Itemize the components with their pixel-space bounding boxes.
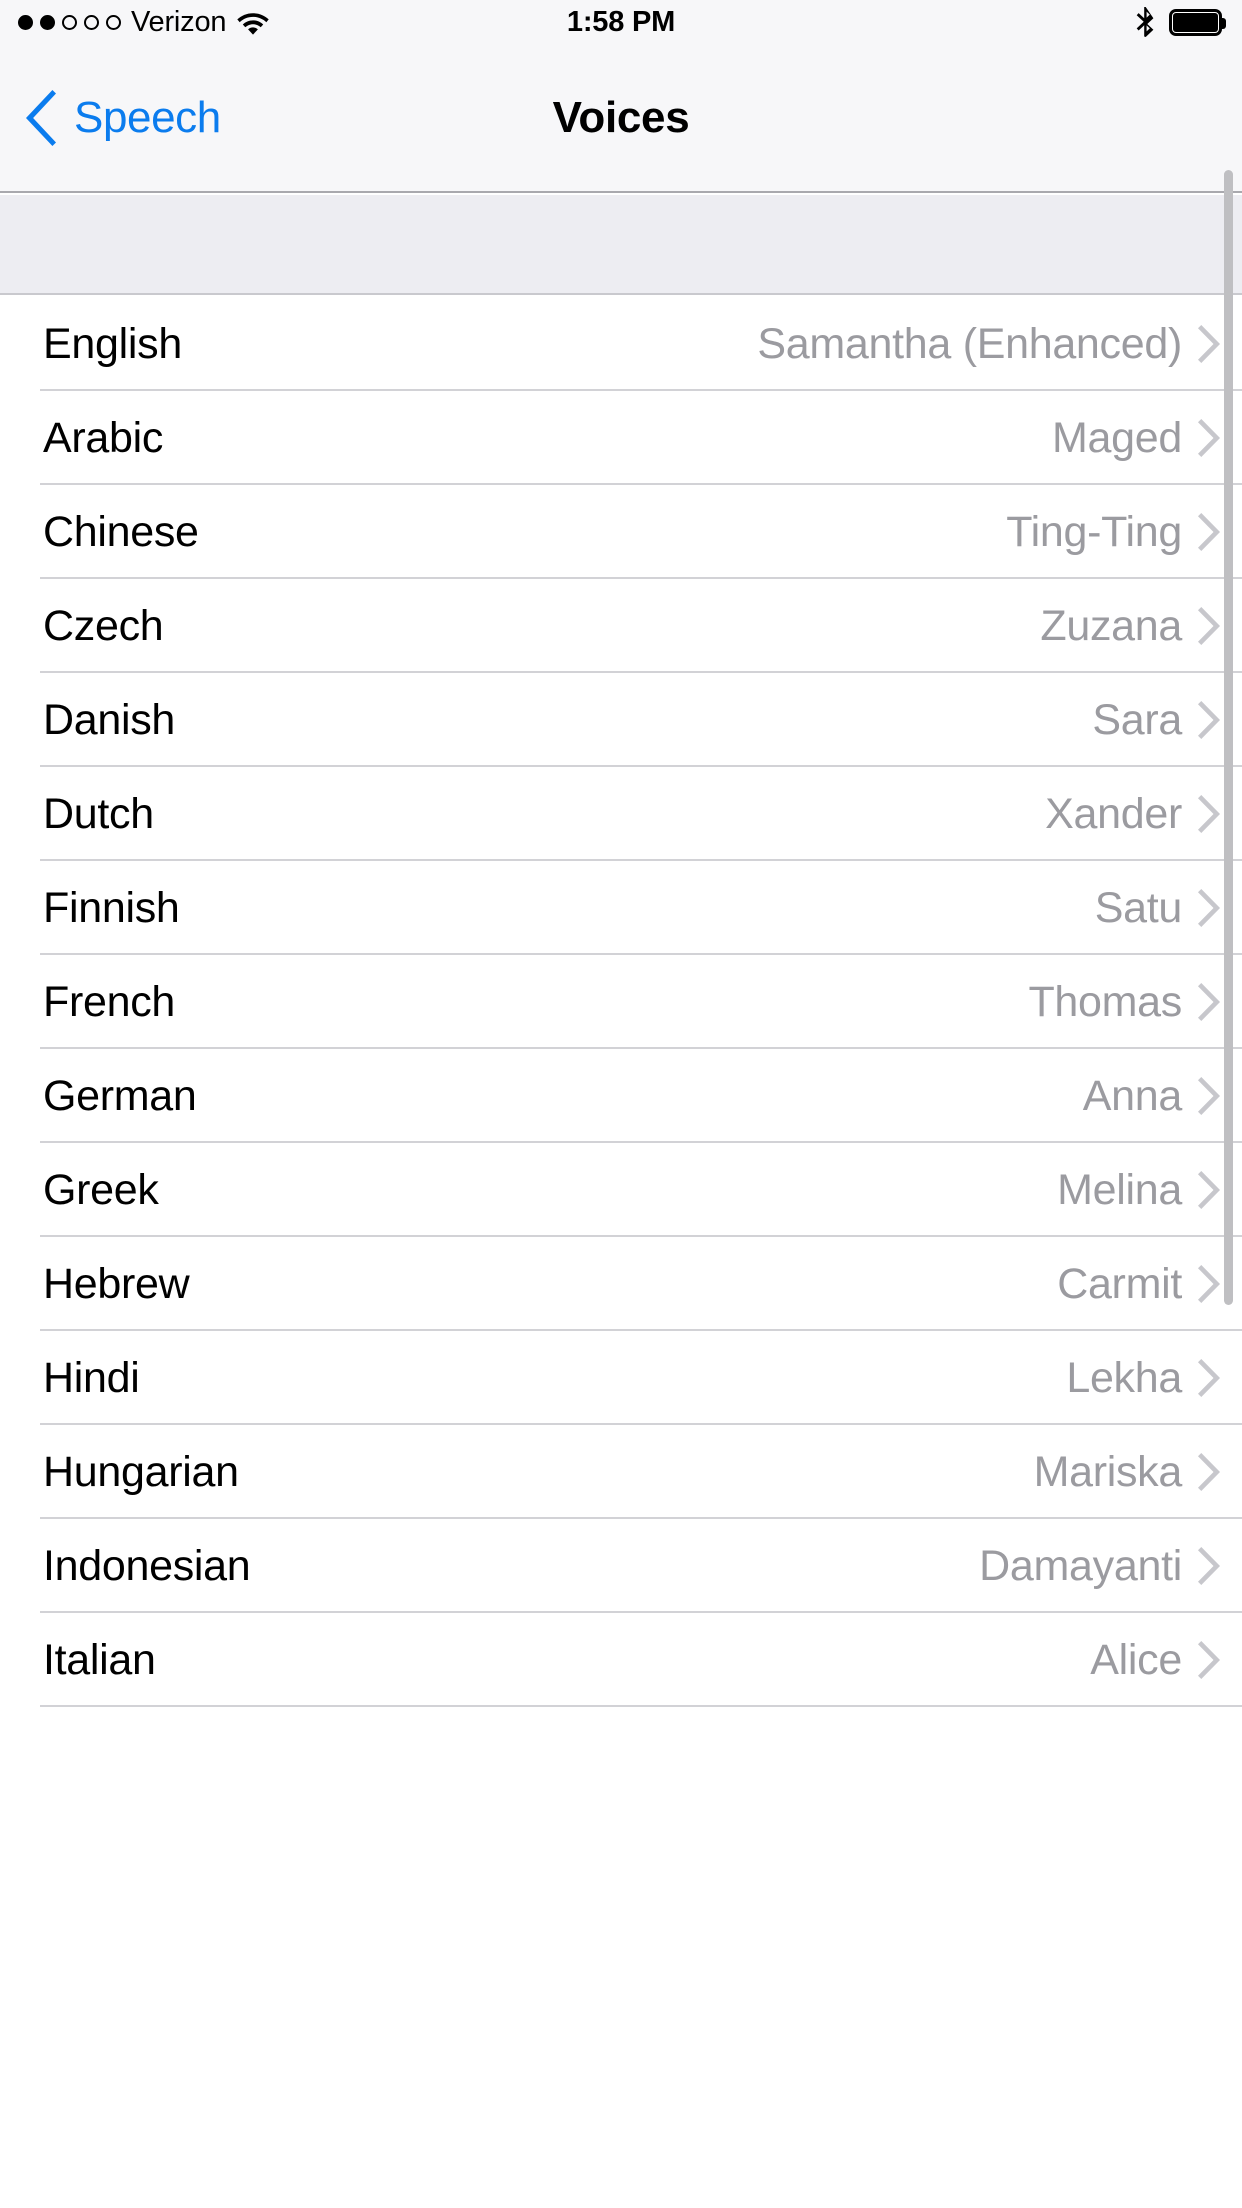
vertical-scrollbar[interactable]	[1224, 170, 1233, 1305]
row-detail: Anna	[1083, 1072, 1220, 1121]
language-label: German	[43, 1071, 197, 1120]
language-label: French	[43, 977, 176, 1026]
selected-voice-label: Anna	[1082, 1071, 1183, 1120]
list-item[interactable]: Finnish Satu	[0, 861, 1242, 955]
chevron-right-icon	[1198, 1547, 1220, 1585]
language-label: Czech	[43, 601, 164, 650]
language-label: Dutch	[43, 789, 154, 838]
chevron-right-icon	[1198, 701, 1220, 739]
language-label: Danish	[43, 695, 176, 744]
phone-screen: Verizon 1:58 PM Speech Voices English Sa…	[0, 0, 1242, 2208]
list-item[interactable]: Hebrew Carmit	[0, 1237, 1242, 1331]
chevron-right-icon	[1198, 513, 1220, 551]
list-item[interactable]: Hindi Lekha	[0, 1331, 1242, 1425]
language-label: Chinese	[43, 507, 199, 556]
chevron-right-icon	[1198, 983, 1220, 1021]
list-item[interactable]: Hungarian Mariska	[0, 1425, 1242, 1519]
language-label: Greek	[43, 1165, 159, 1214]
row-detail: Maged	[1052, 414, 1220, 463]
status-bar: Verizon 1:58 PM	[0, 0, 1242, 44]
row-detail: Mariska	[1034, 1448, 1220, 1497]
voices-list[interactable]: English Samantha (Enhanced) Arabic Maged Chi…	[0, 297, 1242, 2208]
list-item[interactable]: English Samantha (Enhanced)	[0, 297, 1242, 391]
chevron-right-icon	[1198, 795, 1220, 833]
row-detail: Thomas	[1028, 978, 1220, 1027]
row-detail: Melina	[1057, 1166, 1220, 1215]
selected-voice-label: Samantha (Enhanced)	[757, 319, 1182, 368]
chevron-right-icon	[1198, 1359, 1220, 1397]
language-label: Finnish	[43, 883, 180, 932]
list-item[interactable]: Chinese Ting-Ting	[0, 485, 1242, 579]
selected-voice-label: Ting-Ting	[1006, 507, 1182, 556]
row-detail: Carmit	[1057, 1260, 1220, 1309]
section-header-spacer	[0, 195, 1242, 295]
language-label: Italian	[43, 1635, 156, 1684]
selected-voice-label: Mariska	[1033, 1447, 1183, 1496]
chevron-right-icon	[1198, 1171, 1220, 1209]
language-label: Indonesian	[43, 1541, 251, 1590]
language-label: Hindi	[43, 1353, 140, 1402]
battery-icon	[1169, 8, 1226, 36]
selected-voice-label: Damayanti	[979, 1541, 1182, 1590]
list-item[interactable]: Greek Melina	[0, 1143, 1242, 1237]
selected-voice-label: Satu	[1094, 883, 1183, 932]
row-detail: Sara	[1092, 696, 1220, 745]
chevron-right-icon	[1198, 419, 1220, 457]
list-item[interactable]: German Anna	[0, 1049, 1242, 1143]
chevron-right-icon	[1198, 1641, 1220, 1679]
language-label: Hebrew	[43, 1259, 190, 1308]
chevron-right-icon	[1198, 1265, 1220, 1303]
row-detail: Xander	[1045, 790, 1220, 839]
chevron-right-icon	[1198, 607, 1220, 645]
page-title: Voices	[552, 92, 690, 142]
selected-voice-label: Thomas	[1028, 977, 1182, 1026]
row-detail: Zuzana	[1040, 602, 1220, 651]
chevron-right-icon	[1198, 1077, 1220, 1115]
selected-voice-label: Alice	[1090, 1635, 1182, 1684]
bluetooth-icon	[1136, 7, 1154, 37]
list-item[interactable]: Indonesian Damayanti	[0, 1519, 1242, 1613]
status-bar-right	[1135, 0, 1226, 44]
navigation-bar: Speech Voices	[0, 44, 1242, 193]
language-label: English	[43, 319, 182, 368]
selected-voice-label: Zuzana	[1040, 601, 1182, 650]
row-detail: Alice	[1090, 1636, 1220, 1685]
selected-voice-label: Melina	[1057, 1165, 1182, 1214]
battery-nub	[1221, 17, 1226, 29]
list-item[interactable]: Danish Sara	[0, 673, 1242, 767]
status-bar-center: 1:58 PM	[0, 0, 1242, 44]
language-label: Hungarian	[43, 1447, 239, 1496]
row-detail: Ting-Ting	[1006, 508, 1220, 557]
selected-voice-label: Sara	[1092, 695, 1182, 744]
selected-voice-label: Carmit	[1057, 1259, 1182, 1308]
row-detail: Samantha (Enhanced)	[757, 320, 1220, 369]
chevron-right-icon	[1198, 325, 1220, 363]
list-item[interactable]: Arabic Maged	[0, 391, 1242, 485]
chevron-right-icon	[1198, 1453, 1220, 1491]
list-item[interactable]: French Thomas	[0, 955, 1242, 1049]
row-separator	[40, 1705, 1242, 1707]
selected-voice-label: Maged	[1052, 413, 1182, 462]
selected-voice-label: Xander	[1045, 789, 1182, 838]
row-detail: Satu	[1095, 884, 1220, 933]
chevron-right-icon	[1198, 889, 1220, 927]
list-item[interactable]: Italian Alice	[0, 1613, 1242, 1707]
list-item[interactable]: Dutch Xander	[0, 767, 1242, 861]
language-label: Arabic	[43, 413, 164, 462]
selected-voice-label: Lekha	[1066, 1353, 1182, 1402]
battery-fill	[1173, 12, 1218, 32]
row-detail: Lekha	[1066, 1354, 1220, 1403]
status-bar-clock: 1:58 PM	[566, 5, 676, 38]
row-detail: Damayanti	[979, 1542, 1220, 1591]
list-item[interactable]: Czech Zuzana	[0, 579, 1242, 673]
